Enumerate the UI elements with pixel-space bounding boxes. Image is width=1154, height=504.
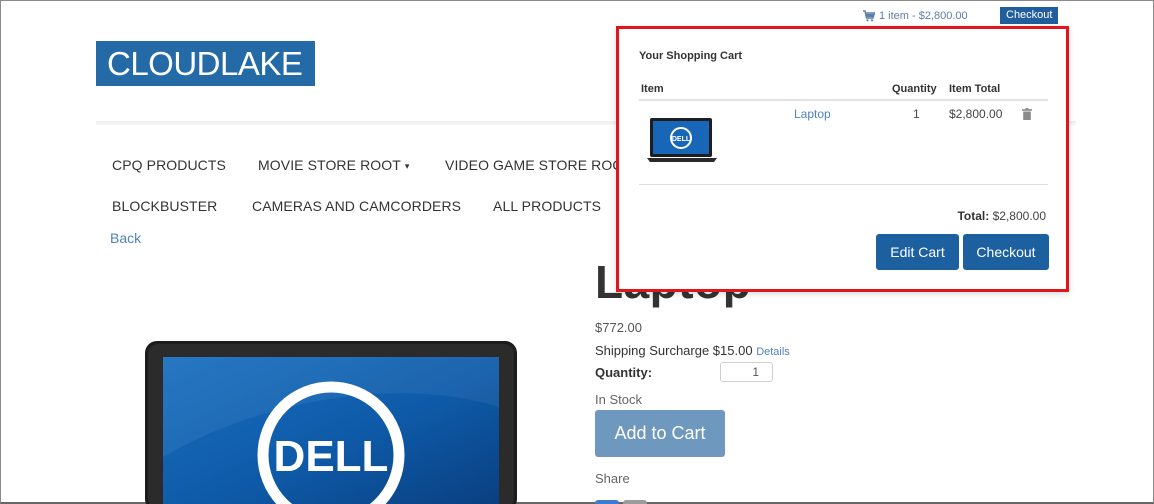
product-price: $772.00 [595, 320, 642, 335]
cart-item-total: $2,800.00 [949, 107, 1003, 121]
shopping-cart-icon [863, 9, 875, 21]
edit-cart-button[interactable]: Edit Cart [876, 234, 959, 270]
shipping-details-link[interactable]: Details [756, 346, 790, 358]
add-to-cart-button[interactable]: Add to Cart [595, 410, 725, 457]
nav-item-blockbuster[interactable]: BLOCKBUSTER [112, 198, 217, 214]
cart-column-item: Item [641, 83, 664, 95]
cart-items-divider [639, 184, 1048, 185]
cart-item-quantity: 1 [913, 107, 920, 121]
header-checkout-button[interactable]: Checkout [1000, 7, 1059, 24]
email-share-icon[interactable] [623, 500, 647, 504]
cart-column-item-total: Item Total [949, 83, 1001, 95]
cart-total: Total: $2,800.00 [957, 209, 1046, 223]
nav-item-all-products[interactable]: ALL PRODUCTS [493, 198, 601, 214]
shopping-cart-popup: Your Shopping Cart Item Quantity Item To… [616, 26, 1069, 292]
share-label: Share [595, 471, 630, 486]
nav-item-movie-store-root[interactable]: MOVIE STORE ROOT ▾ [258, 157, 410, 173]
quantity-label: Quantity: [595, 365, 653, 380]
shipping-surcharge-text: Shipping Surcharge $15.00 [595, 343, 753, 358]
chevron-down-icon: ▾ [404, 160, 410, 171]
shipping-surcharge: Shipping Surcharge $15.00 Details [595, 343, 790, 358]
product-image-laptop: DELL [145, 341, 517, 504]
site-logo[interactable]: CLOUDLAKE [96, 41, 315, 86]
cart-item-name-link[interactable]: Laptop [794, 107, 831, 121]
cart-total-value: $2,800.00 [992, 209, 1046, 223]
stock-status: In Stock [595, 392, 642, 407]
nav-item-cpq-products[interactable]: CPQ PRODUCTS [112, 157, 226, 173]
nav-item-cameras-and-camcorders[interactable]: CAMERAS AND CAMCORDERS [252, 198, 461, 214]
cart-column-quantity: Quantity [892, 83, 937, 95]
checkout-button[interactable]: Checkout [963, 234, 1049, 270]
nav-item-video-game-store-root[interactable]: VIDEO GAME STORE ROC [445, 157, 623, 173]
page: 1 item - $2,800.00 Checkout CLOUDLAKE CP… [0, 0, 1154, 504]
cart-popup-title: Your Shopping Cart [639, 50, 743, 62]
cart-total-label: Total: [957, 209, 990, 223]
cart-summary-link[interactable]: 1 item - $2,800.00 [863, 7, 968, 24]
facebook-share-icon[interactable] [595, 500, 619, 504]
product-image-logo: DELL [274, 432, 389, 481]
cart-item-thumbnail-logo: DELL [672, 136, 691, 143]
nav-item-label: MOVIE STORE ROOT [258, 157, 401, 173]
trash-icon[interactable] [1022, 108, 1032, 120]
cart-item-thumbnail: DELL [647, 118, 717, 162]
cart-header-divider [639, 99, 1048, 101]
back-link[interactable]: Back [110, 230, 141, 246]
quantity-input[interactable]: 1 [720, 362, 773, 382]
cart-summary-text: 1 item - $2,800.00 [879, 9, 968, 22]
